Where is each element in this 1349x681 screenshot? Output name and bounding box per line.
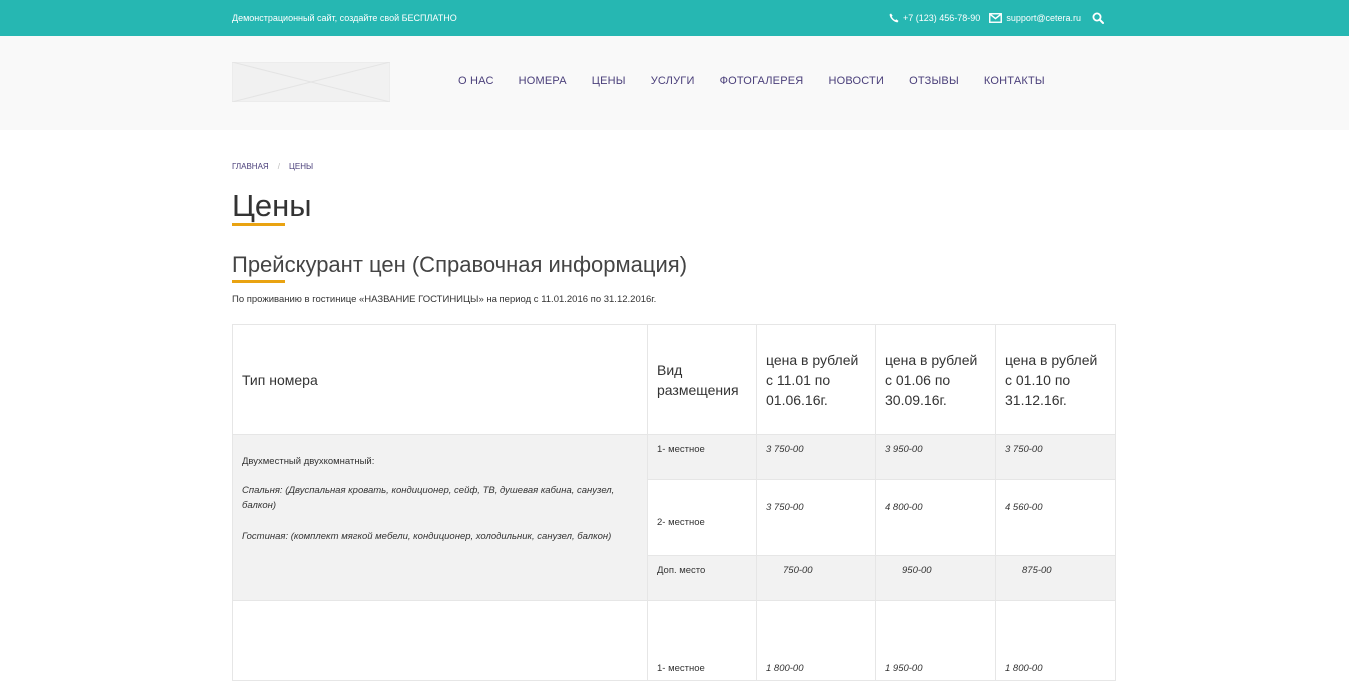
breadcrumb-separator: / [277,162,280,171]
price-cell: 4 800-00 [875,479,996,556]
room-bedroom: Спальня: (Двуспальная кровать, кондицион… [242,485,615,511]
price-cell: 950-00 [875,555,996,601]
price-value: 875-00 [1022,565,1052,576]
contacts: +7 (123) 456-78-90 support@cetera.ru [889,11,1104,25]
room-description: Двухместный двухкомнатный: Спальня: (Дву… [232,434,648,601]
phone-icon [889,13,899,23]
nav-item-reviews[interactable]: ОТЗЫВЫ [909,75,959,87]
price-cell: 4 560-00 [995,479,1116,556]
price-cell: 3 750-00 [995,434,1116,480]
table-row: Двухместный двухкомнатный: Спальня: (Дву… [232,434,1116,601]
section-title-underline [232,280,285,283]
breadcrumb-current: ЦЕНЫ [288,162,314,171]
price-table: Тип номера Вид размещения цена в рублей … [232,324,1116,681]
nav-item-services[interactable]: УСЛУГИ [651,75,695,87]
price-cell: 1 800-00 [756,600,876,681]
price-value: 1 800-00 [1005,663,1043,674]
price-value: 950-00 [902,565,932,576]
nav-item-gallery[interactable]: ФОТОГАЛЕРЕЯ [720,75,804,87]
price-cell: 3 950-00 [875,434,996,480]
phone-number[interactable]: +7 (123) 456-78-90 [903,13,980,23]
promo-link[interactable]: Демонстрационный сайт, создайте свой БЕС… [232,13,457,23]
logo-placeholder[interactable] [231,61,391,103]
room-description [232,600,648,681]
nav-item-rooms[interactable]: НОМЕРА [519,75,567,87]
price-cell: 1 800-00 [995,600,1116,681]
table-header-row: Тип номера Вид размещения цена в рублей … [232,324,1116,435]
price-value: 3 750-00 [766,444,804,455]
price-cell: 750-00 [756,555,876,601]
placement-value: 2- местное [657,517,705,528]
placement-value: 1- местное [657,663,705,674]
placement-value: Доп. место [657,565,706,576]
title-underline [232,223,285,226]
nav-item-prices[interactable]: ЦЕНЫ [592,75,626,87]
page-title: Цены [232,188,312,223]
header-price-period-2: цена в рублей с 01.06 по 30.09.16г. [875,324,996,435]
room-living: Гостиная: (комплект мягкой мебели, конди… [242,531,612,542]
site-header: О НАС НОМЕРА ЦЕНЫ УСЛУГИ ФОТОГАЛЕРЕЯ НОВ… [0,36,1349,130]
price-value: 1 800-00 [766,663,804,674]
price-cell: 3 750-00 [756,479,876,556]
header-price-period-3: цена в рублей с 01.10 по 31.12.16г. [995,324,1116,435]
price-value: 750-00 [783,565,813,576]
section-title: Прейскурант цен (Справочная информация) [232,252,688,277]
placement-cell: 1- местное [647,434,757,480]
price-value: 3 950-00 [885,444,923,455]
breadcrumb-home[interactable]: ГЛАВНАЯ [232,162,269,171]
price-value: 3 750-00 [1005,444,1043,455]
header-price-period-1: цена в рублей с 11.01 по 01.06.16г. [756,324,876,435]
search-icon[interactable] [1092,12,1104,24]
mail-icon [989,13,1003,23]
nav-item-about[interactable]: О НАС [458,75,494,87]
price-cell: 3 750-00 [756,434,876,480]
price-value: 4 800-00 [885,502,923,513]
price-cell: 1 950-00 [875,600,996,681]
price-cell: 875-00 [995,555,1116,601]
price-value: 3 750-00 [766,502,804,513]
breadcrumb: ГЛАВНАЯ / ЦЕНЫ [232,162,313,171]
placement-value: 1- местное [657,444,705,455]
nav-item-contacts[interactable]: КОНТАКТЫ [984,75,1045,87]
top-bar: Демонстрационный сайт, создайте свой БЕС… [0,0,1349,36]
table-row: 1- местное 1 800-00 1 950-00 1 800-00 [232,600,1116,681]
room-title: Двухместный двухкомнатный: [242,456,375,467]
placement-cell: 2- местное [647,479,757,556]
placement-cell: Доп. место [647,555,757,601]
nav-item-news[interactable]: НОВОСТИ [828,75,884,87]
placement-cell: 1- местное [647,600,757,681]
header-room-type: Тип номера [232,324,648,435]
price-value: 4 560-00 [1005,502,1043,513]
header-placement: Вид размещения [647,324,757,435]
intro-text: По проживанию в гостинице «НАЗВАНИЕ ГОСТ… [232,294,657,305]
main-nav: О НАС НОМЕРА ЦЕНЫ УСЛУГИ ФОТОГАЛЕРЕЯ НОВ… [458,75,1070,87]
email-link[interactable]: support@cetera.ru [1006,13,1081,23]
price-value: 1 950-00 [885,663,923,674]
